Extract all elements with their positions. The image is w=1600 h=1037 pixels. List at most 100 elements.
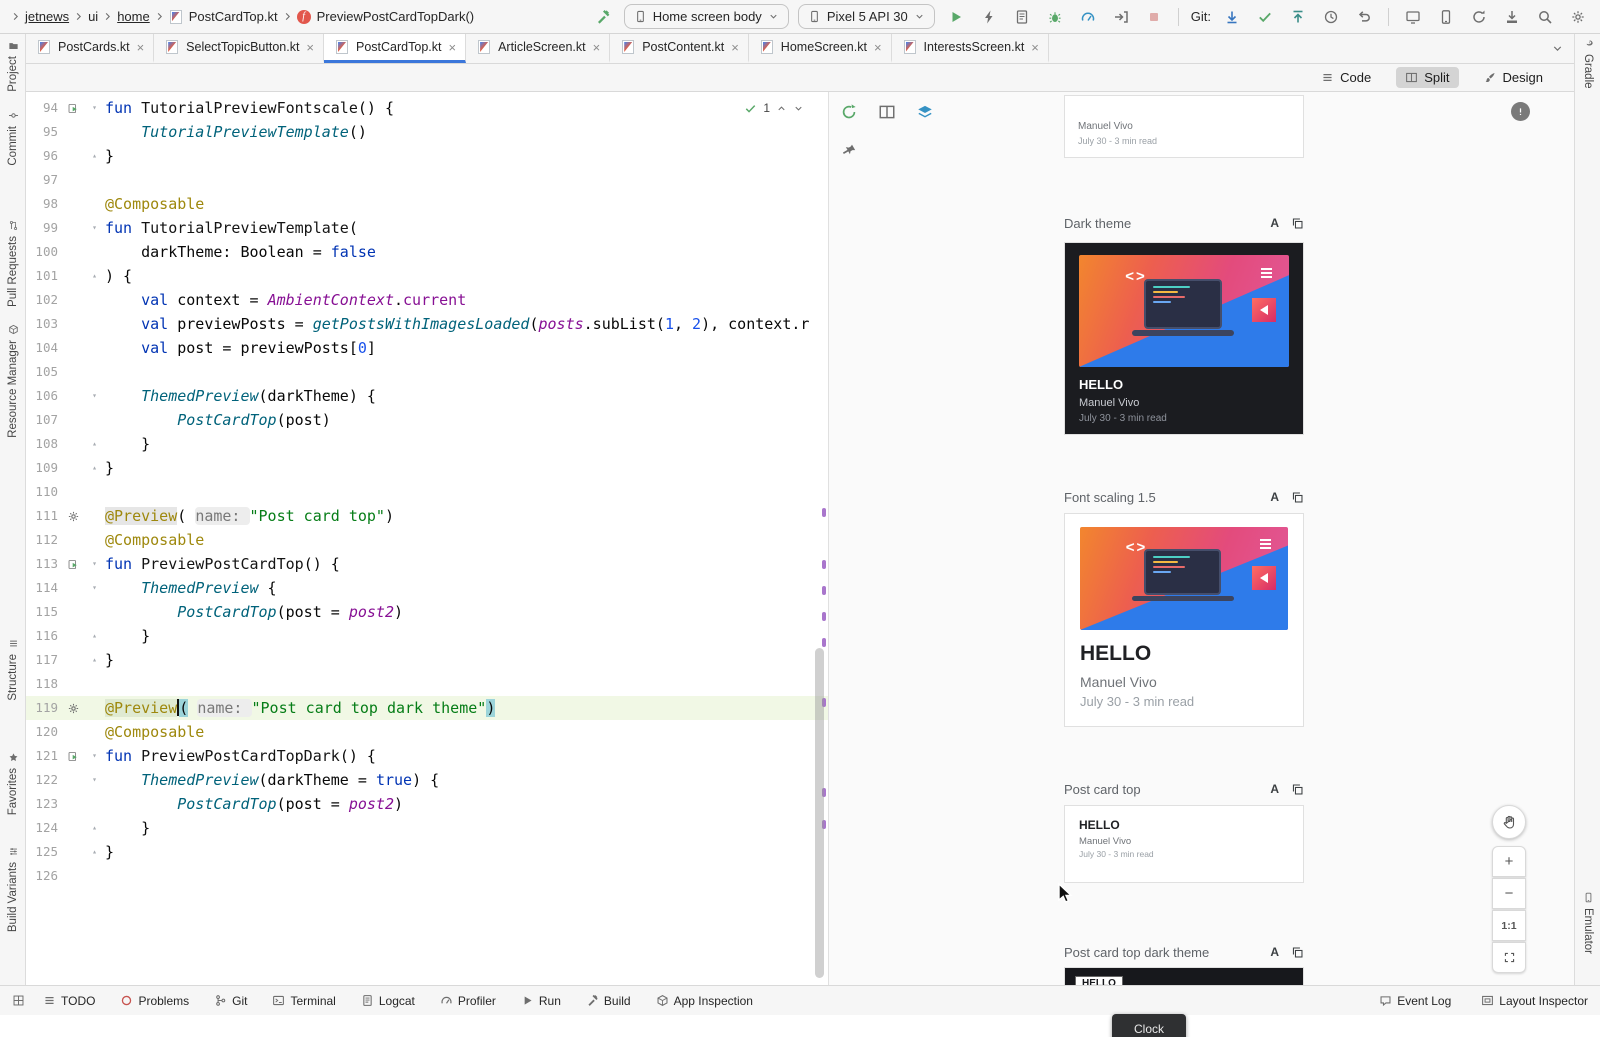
breadcrumb-item[interactable]: PreviewPostCardTopDark()	[315, 9, 477, 24]
fold-marker[interactable]: ▾	[84, 576, 105, 600]
gutter-icon-cell[interactable]	[62, 504, 84, 528]
build-project-button[interactable]	[591, 5, 615, 29]
fold-marker[interactable]: ▴	[84, 816, 105, 840]
fold-marker[interactable]: ▾	[84, 96, 105, 120]
zoom-reset-button[interactable]: 1:1	[1492, 910, 1526, 941]
next-issue-icon[interactable]	[793, 103, 804, 114]
code-line[interactable]: 98@Composable	[26, 192, 828, 216]
pin-icon[interactable]	[839, 140, 859, 160]
tool-button-gradle[interactable]: Gradle	[1575, 38, 1600, 89]
code-line[interactable]: 100 darkTheme: Boolean = false	[26, 240, 828, 264]
apply-code-changes-button[interactable]	[1010, 5, 1034, 29]
fold-marker[interactable]: ▾	[84, 744, 105, 768]
font-settings-icon[interactable]: A	[1270, 945, 1279, 959]
code-line[interactable]: 107 PostCardTop(post)	[26, 408, 828, 432]
fold-marker[interactable]: ▴	[84, 144, 105, 168]
code-line[interactable]: 102 val context = AmbientContext.current	[26, 288, 828, 312]
device-select[interactable]: Pixel 5 API 30	[798, 4, 935, 29]
rollback-button[interactable]	[1352, 5, 1376, 29]
breadcrumb-item[interactable]: jetnews	[23, 9, 71, 24]
code-line[interactable]: 104 val post = previewPosts[0]	[26, 336, 828, 360]
fold-marker[interactable]: ▾	[84, 768, 105, 792]
gradle-sync-button[interactable]	[1467, 5, 1491, 29]
gutter-icon-cell[interactable]	[62, 696, 84, 720]
statusbar-terminal[interactable]: Terminal	[272, 994, 335, 1008]
push-button[interactable]	[1286, 5, 1310, 29]
close-icon[interactable]: ×	[1031, 40, 1039, 55]
tool-button-structure[interactable]: Structure	[0, 638, 26, 701]
profile-button[interactable]	[1076, 5, 1100, 29]
code-line[interactable]: 97	[26, 168, 828, 192]
new-window-icon[interactable]	[1291, 217, 1304, 230]
code-line[interactable]: 126	[26, 864, 828, 888]
toolwindow-switcher-icon[interactable]	[12, 994, 25, 1007]
tool-button-pull-requests[interactable]: Pull Requests	[0, 220, 26, 307]
fold-marker[interactable]: ▴	[84, 840, 105, 864]
statusbar-build[interactable]: Build	[586, 994, 631, 1008]
font-settings-icon[interactable]: A	[1270, 782, 1279, 796]
zoom-out-button[interactable]: −	[1492, 878, 1526, 909]
gutter-icon-cell[interactable]	[62, 744, 84, 768]
statusbar-logcat[interactable]: Logcat	[361, 994, 415, 1008]
code-line[interactable]: 117▴}	[26, 648, 828, 672]
history-button[interactable]	[1319, 5, 1343, 29]
device-manager-button[interactable]	[1434, 5, 1458, 29]
new-window-icon[interactable]	[1291, 946, 1304, 959]
close-icon[interactable]: ×	[593, 40, 601, 55]
code-line[interactable]: 121▾fun PreviewPostCardTopDark() {	[26, 744, 828, 768]
inspections-widget[interactable]: 1	[738, 99, 810, 117]
code-line[interactable]: 124▴ }	[26, 816, 828, 840]
fold-marker[interactable]: ▴	[84, 264, 105, 288]
tool-button-emulator[interactable]: Emulator	[1575, 892, 1600, 954]
breadcrumb-item[interactable]: home	[115, 9, 152, 24]
fold-marker[interactable]: ▾	[84, 384, 105, 408]
close-icon[interactable]: ×	[874, 40, 882, 55]
close-icon[interactable]: ×	[306, 40, 314, 55]
issues-indicator[interactable]	[1511, 102, 1530, 121]
run-preview-icon[interactable]	[67, 750, 80, 763]
attach-debugger-button[interactable]	[1109, 5, 1133, 29]
statusbar-layout-inspector[interactable]: Layout Inspector	[1481, 994, 1588, 1008]
code-line[interactable]: 101▴) {	[26, 264, 828, 288]
code-line[interactable]: 114▾ ThemedPreview {	[26, 576, 828, 600]
tab-postcards-kt[interactable]: PostCards.kt×	[26, 34, 154, 63]
run-preview-icon[interactable]	[67, 102, 80, 115]
code-line[interactable]: 99▾fun TutorialPreviewTemplate(	[26, 216, 828, 240]
tool-button-build-variants[interactable]: Build Variants	[0, 846, 26, 932]
code-line[interactable]: 95 TutorialPreviewTemplate()	[26, 120, 828, 144]
run-config-select[interactable]: Home screen body	[624, 4, 789, 29]
statusbar-git[interactable]: Git	[214, 994, 247, 1008]
apply-changes-button[interactable]	[977, 5, 1001, 29]
build-refresh-button[interactable]	[837, 100, 861, 124]
tab-list-button[interactable]	[1541, 34, 1574, 63]
code-line[interactable]: 125▴}	[26, 840, 828, 864]
fold-marker[interactable]: ▴	[84, 432, 105, 456]
tool-button-favorites[interactable]: Favorites	[0, 752, 26, 815]
code-editor[interactable]: 94▾fun TutorialPreviewFontscale() {95 Tu…	[26, 92, 828, 985]
tab-postcardtop-kt[interactable]: PostCardTop.kt×	[324, 34, 466, 63]
preview-settings-icon[interactable]	[67, 702, 80, 715]
code-line[interactable]: 120@Composable	[26, 720, 828, 744]
code-line[interactable]: 103 val previewPosts = getPostsWithImage…	[26, 312, 828, 336]
code-line[interactable]: 106▾ ThemedPreview(darkTheme) {	[26, 384, 828, 408]
zoom-fit-button[interactable]	[1492, 942, 1526, 973]
gutter-icon-cell[interactable]	[62, 552, 84, 576]
tab-selecttopicbutton-kt[interactable]: SelectTopicButton.kt×	[154, 34, 324, 63]
layout-inspector-button[interactable]	[1401, 5, 1425, 29]
font-settings-icon[interactable]: A	[1270, 216, 1279, 230]
fold-marker[interactable]: ▴	[84, 624, 105, 648]
code-line[interactable]: 96▴}	[26, 144, 828, 168]
code-line[interactable]: 122▾ ThemedPreview(darkTheme = true) {	[26, 768, 828, 792]
run-preview-icon[interactable]	[67, 558, 80, 571]
fold-marker[interactable]: ▾	[84, 552, 105, 576]
fold-marker[interactable]: ▾	[84, 216, 105, 240]
tool-button-commit[interactable]: Commit	[0, 110, 26, 166]
debug-button[interactable]	[1043, 5, 1067, 29]
font-settings-icon[interactable]: A	[1270, 490, 1279, 504]
code-line[interactable]: 108▴ }	[26, 432, 828, 456]
close-icon[interactable]: ×	[731, 40, 739, 55]
code-line[interactable]: 113▾fun PreviewPostCardTop() {	[26, 552, 828, 576]
pan-tool-button[interactable]	[1492, 805, 1526, 839]
code-line[interactable]: 109▴}	[26, 456, 828, 480]
code-line[interactable]: 112@Composable	[26, 528, 828, 552]
